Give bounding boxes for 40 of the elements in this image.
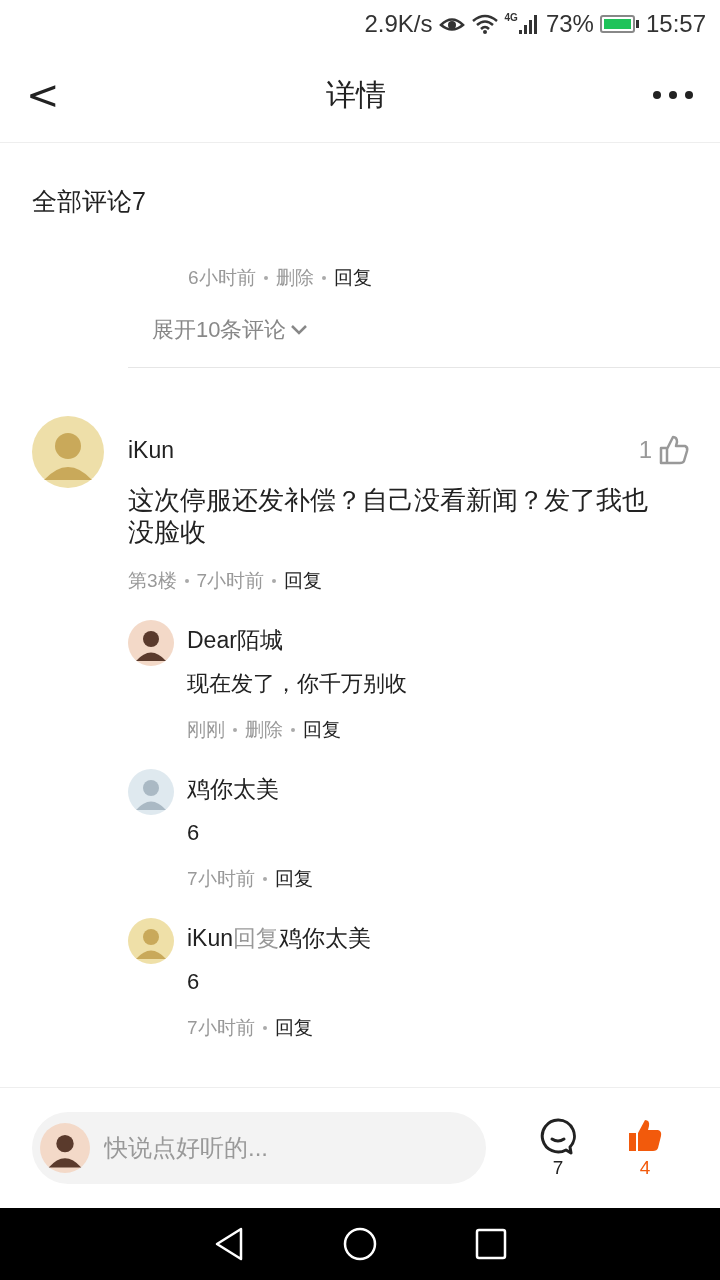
recents-nav-icon[interactable] — [474, 1228, 507, 1260]
network-type: 4G — [504, 12, 518, 23]
reply-time: 刚刚 — [187, 718, 225, 742]
reply-text: 6 — [187, 819, 201, 847]
reply-label: 回复 — [233, 925, 280, 951]
back-button[interactable]: < — [26, 72, 60, 118]
clock: 15:57 — [645, 10, 706, 38]
reply-text: 现在发了，你千万别收 — [187, 670, 408, 698]
wifi-icon — [470, 13, 499, 35]
comment-input[interactable]: 快说点好听的... — [102, 1133, 446, 1163]
battery-percent: 73% — [545, 10, 594, 38]
signal-icon — [517, 13, 540, 35]
avatar[interactable] — [128, 620, 174, 666]
user-name[interactable]: 鸡你太美 — [187, 776, 279, 802]
comments-heading: 全部评论7 — [32, 186, 147, 217]
home-nav-icon[interactable] — [342, 1226, 378, 1262]
user-name[interactable]: Dear陌城 — [187, 627, 283, 653]
reply-link[interactable]: 回复 — [274, 866, 313, 892]
reply-time: 7小时前 — [187, 867, 255, 891]
reply-time: 7小时前 — [187, 1016, 255, 1040]
comment-text: 这次停服还发补偿？自己没看新闻？发了我也没脸收 — [128, 484, 649, 548]
reply-link[interactable]: 回复 — [284, 568, 323, 594]
more-icon[interactable] — [652, 90, 694, 100]
floor-number: 第3楼 — [128, 569, 177, 593]
reply-text: 6 — [187, 968, 201, 996]
reply-link[interactable]: 回复 — [303, 717, 341, 743]
reply-link[interactable]: 回复 — [274, 1015, 313, 1041]
user-name[interactable]: 鸡你太美 — [279, 925, 372, 951]
avatar — [40, 1123, 90, 1173]
comment-time: 6小时前 — [188, 266, 256, 290]
expand-replies-button[interactable]: 展开10条评论 — [152, 315, 309, 345]
comment-time: 7小时前 — [196, 569, 265, 593]
network-speed: 2.9K/s — [364, 10, 433, 38]
comment-field[interactable]: 快说点好听的... — [32, 1112, 486, 1184]
user-name[interactable]: iKun — [187, 925, 234, 951]
page-title: 详情 — [325, 76, 386, 113]
reply-link[interactable]: 回复 — [333, 265, 372, 291]
battery-icon — [599, 14, 640, 34]
chevron-down-icon — [290, 324, 309, 336]
user-name[interactable]: iKun — [128, 436, 175, 464]
